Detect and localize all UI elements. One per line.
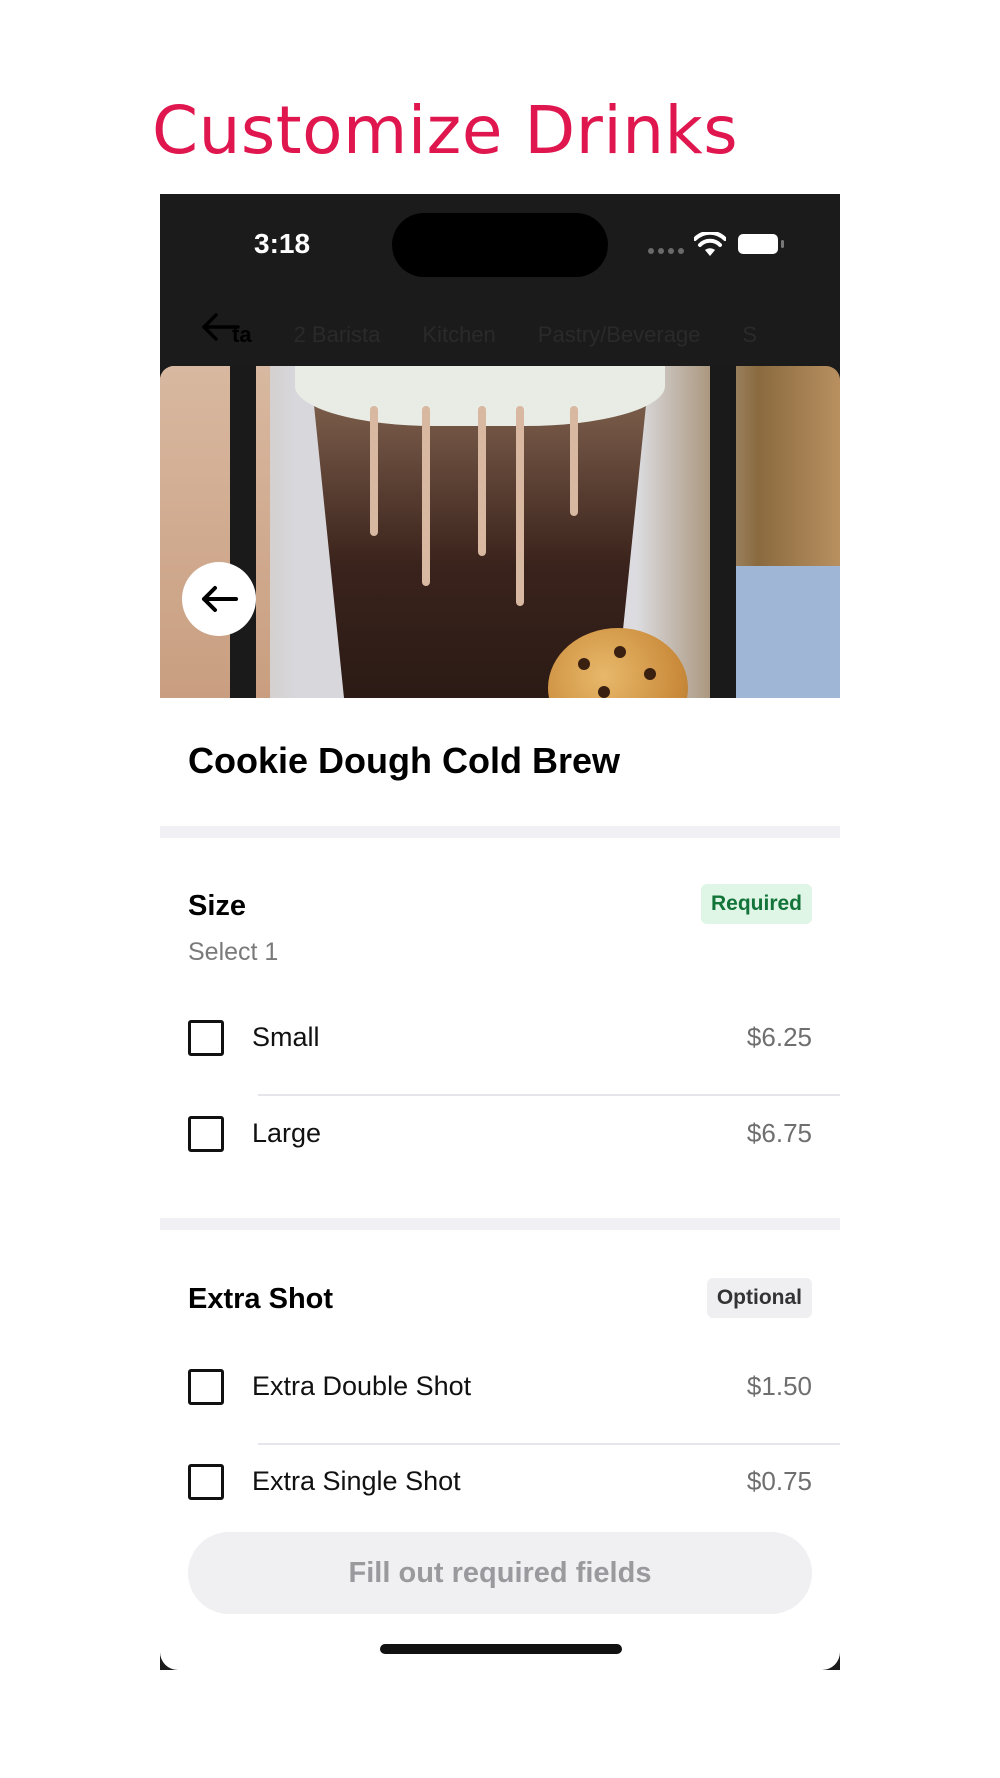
option-divider [258, 1443, 840, 1445]
screen-corner [160, 1652, 178, 1670]
status-time: 3:18 [254, 228, 311, 259]
cellular-signal-icon [648, 248, 684, 254]
optional-badge: Optional [706, 1278, 812, 1318]
option-price: $6.75 [746, 1118, 812, 1148]
home-indicator [380, 1644, 622, 1654]
back-button[interactable] [182, 562, 256, 636]
tab-more[interactable]: S [742, 322, 757, 348]
checkbox[interactable] [188, 1369, 224, 1405]
extra-shot-section-title: Extra Shot [188, 1283, 334, 1315]
photo-drip [422, 406, 430, 586]
tab-kitchen[interactable]: Kitchen [422, 322, 495, 348]
option-label: Small [252, 1022, 320, 1052]
battery-tip [781, 240, 784, 248]
photo-drip [570, 406, 578, 516]
option-price: $1.50 [746, 1371, 812, 1401]
checkbox[interactable] [188, 1020, 224, 1056]
arrow-left-icon [202, 586, 238, 612]
option-label: Extra Single Shot [252, 1466, 461, 1496]
option-small[interactable]: Small $6.25 [160, 1008, 840, 1068]
size-section-title: Size [188, 890, 247, 922]
photo-phone-edge-left [230, 366, 256, 698]
item-photo [160, 366, 840, 698]
checkbox[interactable] [188, 1464, 224, 1500]
wifi-icon [694, 232, 726, 256]
option-extra-double-shot[interactable]: Extra Double Shot $1.50 [160, 1357, 840, 1417]
page-headline: Customize Drinks [152, 92, 739, 169]
option-price: $6.25 [746, 1022, 812, 1052]
required-badge: Required [700, 884, 812, 924]
item-title: Cookie Dough Cold Brew [188, 740, 620, 781]
photo-screen [736, 566, 840, 698]
option-price: $0.75 [746, 1466, 812, 1496]
checkbox[interactable] [188, 1116, 224, 1152]
dynamic-island [392, 213, 608, 277]
category-tabs: ta 2 Barista Kitchen Pastry/Beverage S [232, 322, 757, 348]
tab-pastry-beverage[interactable]: Pastry/Beverage [538, 322, 701, 348]
photo-drip [516, 406, 524, 606]
option-divider [258, 1094, 840, 1096]
option-label: Extra Double Shot [252, 1371, 472, 1401]
photo-drip [478, 406, 486, 556]
option-label: Large [252, 1118, 322, 1148]
battery-icon [738, 234, 778, 254]
section-divider [160, 1218, 840, 1230]
photo-phone-edge-right [710, 366, 736, 698]
tab-barista[interactable]: ta [232, 322, 252, 348]
add-to-order-button[interactable]: Fill out required fields [188, 1532, 812, 1614]
screen-corner [822, 1652, 840, 1670]
tab-2-barista[interactable]: 2 Barista [294, 322, 381, 348]
size-section-subtitle: Select 1 [188, 938, 279, 966]
phone-screen: 3:18 ta 2 Barista Kitchen Pastry/Beverag… [160, 194, 840, 1670]
photo-drip [370, 406, 378, 536]
status-bar: 3:18 ta 2 Barista Kitchen Pastry/Beverag… [160, 194, 840, 366]
phone-frame: 3:18 ta 2 Barista Kitchen Pastry/Beverag… [160, 194, 840, 1670]
option-large[interactable]: Large $6.75 [160, 1104, 840, 1164]
section-divider [160, 826, 840, 838]
